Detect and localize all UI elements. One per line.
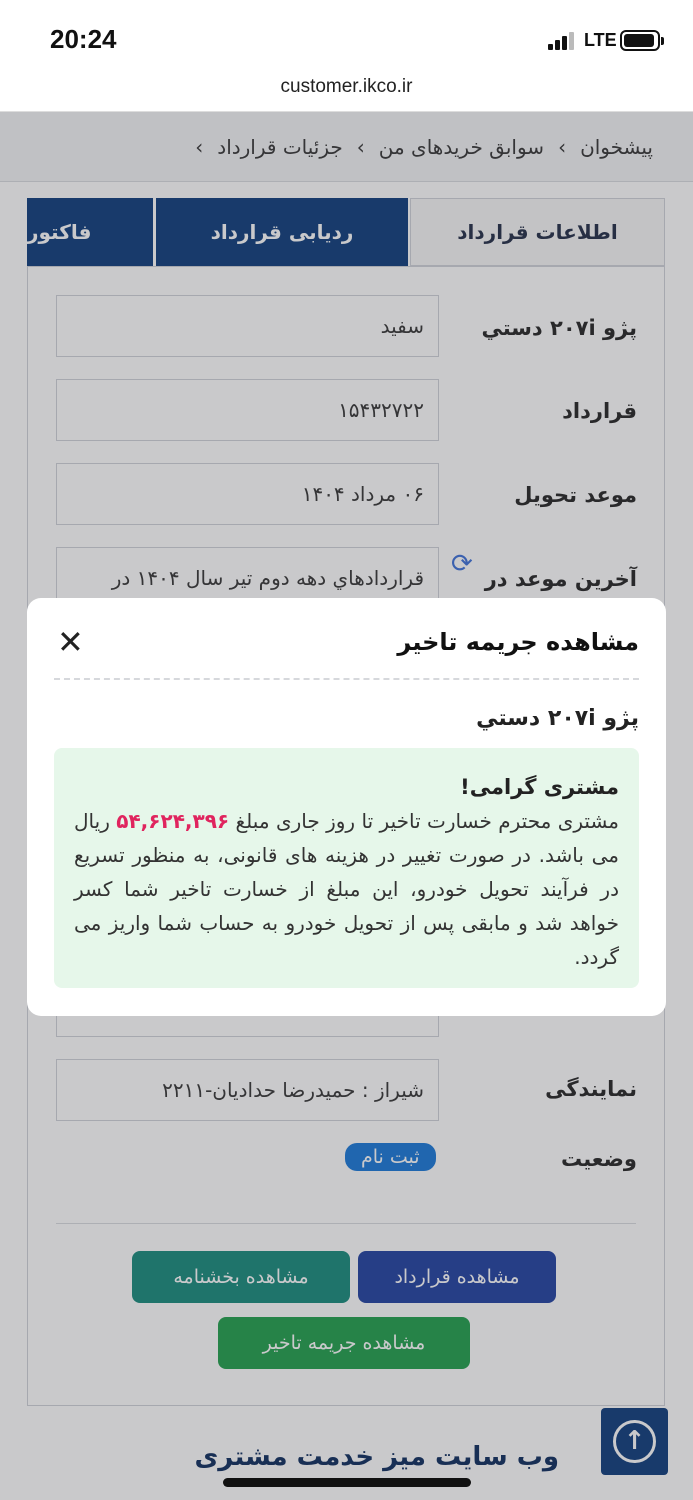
notice-title: مشتری گرامی! — [460, 775, 619, 799]
address-bar[interactable]: customer.ikco.ir — [0, 70, 693, 112]
status-time: 20:24 — [50, 24, 117, 54]
network-label: LTE — [584, 30, 617, 50]
battery-icon — [620, 30, 664, 51]
notice-text: مشتری محترم خسارت تاخیر تا روز جاری مبلغ… — [74, 804, 619, 974]
modal-car-name: پژو ۲۰۷i دستي — [476, 706, 639, 731]
modal-divider — [54, 678, 639, 680]
notice-text-after: ریال می باشد. در صورت تغییر در هزینه های… — [74, 809, 619, 969]
modal-title: مشاهده جریمه تاخیر — [397, 628, 639, 656]
signal-icon — [548, 32, 576, 50]
notice-text-before: مشتری محترم خسارت تاخیر تا روز جاری مبلغ — [235, 809, 620, 833]
status-bar: 20:24 LTE — [0, 0, 693, 70]
penalty-notice: مشتری گرامی! مشتری محترم خسارت تاخیر تا … — [54, 748, 639, 988]
home-indicator — [223, 1478, 471, 1487]
penalty-modal: مشاهده جریمه تاخیر ✕ پژو ۲۰۷i دستي مشتری… — [27, 598, 666, 1016]
close-icon[interactable]: ✕ — [57, 626, 84, 658]
penalty-amount: ۵۴,۶۲۴,۳۹۶ — [116, 809, 230, 833]
